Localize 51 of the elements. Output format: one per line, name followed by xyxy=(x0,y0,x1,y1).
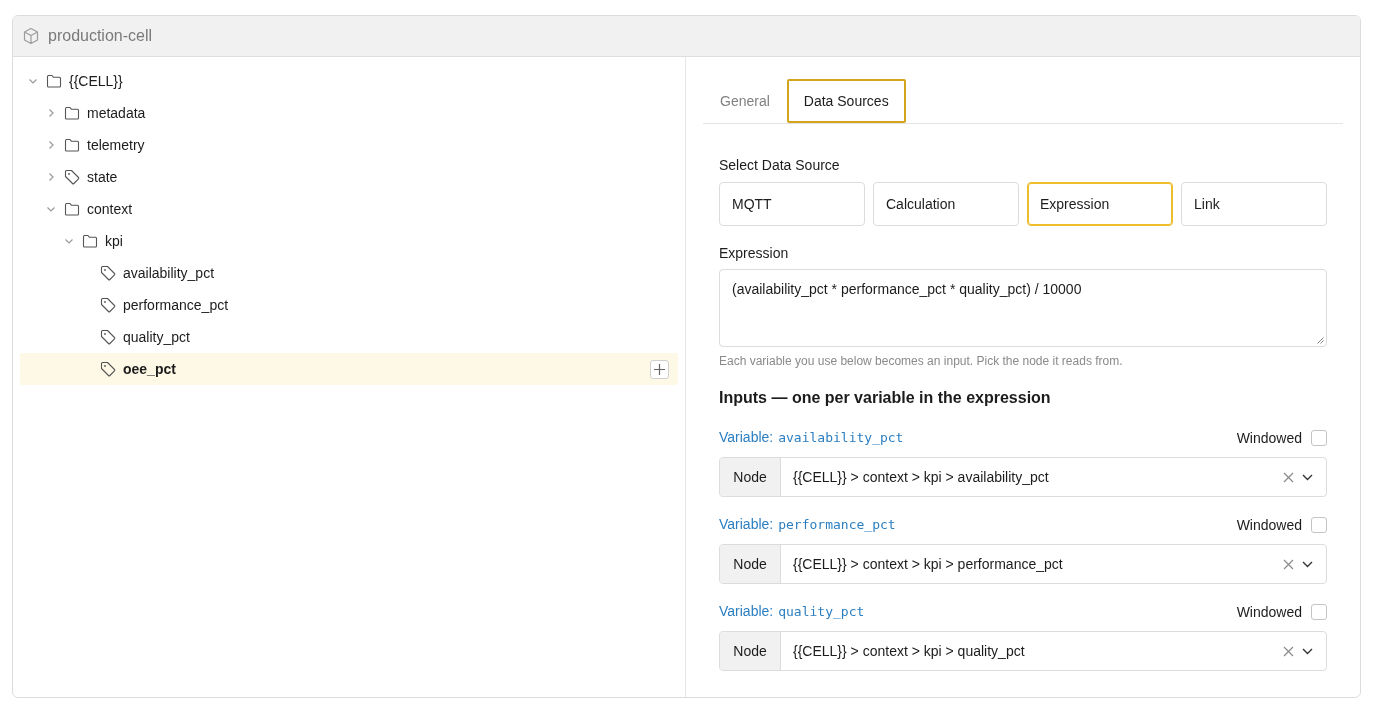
variable-label: Variable: xyxy=(719,602,774,621)
variable-name: performance_pct xyxy=(778,516,896,534)
tag-icon xyxy=(100,329,116,345)
inputs-heading: Inputs — one per variable in the expression xyxy=(719,388,1052,408)
tree-item[interactable]: performance_pct xyxy=(20,289,678,321)
tree-item[interactable]: availability_pct xyxy=(20,257,678,289)
windowed-checkbox[interactable] xyxy=(1311,429,1327,446)
data-source-option[interactable]: MQTT xyxy=(719,182,865,226)
plus-icon xyxy=(654,363,665,375)
window-title: production-cell xyxy=(48,27,153,45)
add-button[interactable] xyxy=(650,359,669,379)
data-source-option[interactable]: Calculation xyxy=(873,182,1019,226)
windowed-checkbox[interactable] xyxy=(1311,603,1327,620)
data-source-option[interactable]: Expression xyxy=(1027,182,1173,226)
windowed-label: Windowed xyxy=(1236,515,1302,535)
expression-field[interactable]: (availability_pct * performance_pct * quality_pct) / 10000 xyxy=(719,269,1327,347)
tree-item[interactable]: kpi xyxy=(20,225,678,257)
tag-icon xyxy=(100,265,116,281)
windowed-label: Windowed xyxy=(1236,602,1302,622)
chevron-right-icon[interactable] xyxy=(46,172,56,182)
tag-icon xyxy=(100,361,116,377)
variable-label: Variable: xyxy=(719,428,774,447)
tab[interactable]: General xyxy=(703,79,787,123)
folder-icon xyxy=(46,73,62,89)
resize-grip-icon[interactable] xyxy=(1316,336,1324,344)
tree-item[interactable]: state xyxy=(20,161,678,193)
tree-item[interactable]: metadata xyxy=(20,97,678,129)
chevron-right-icon[interactable] xyxy=(46,108,56,118)
folder-icon xyxy=(64,201,80,217)
tag-icon xyxy=(64,169,80,185)
tree-item[interactable]: oee_pct xyxy=(20,353,678,385)
expression-hint: Each variable you use below becomes an input. Pick the node it reads from. xyxy=(719,353,1124,369)
tree-item[interactable]: context xyxy=(20,193,678,225)
tree-item[interactable]: quality_pct xyxy=(20,321,678,353)
expression-label: Expression xyxy=(719,244,790,263)
tree-item[interactable]: telemetry xyxy=(20,129,678,161)
folder-icon xyxy=(82,233,98,249)
tree-item[interactable]: {{CELL}} xyxy=(20,65,678,97)
windowed-checkbox[interactable] xyxy=(1311,516,1327,533)
folder-icon xyxy=(64,137,80,153)
variable-label: Variable: xyxy=(719,515,774,534)
variable-name: quality_pct xyxy=(778,603,865,621)
variable-name: availability_pct xyxy=(778,429,904,447)
data-source-option[interactable]: Link xyxy=(1181,182,1327,226)
tag-icon xyxy=(100,297,116,313)
folder-icon xyxy=(64,105,80,121)
data-source-label: Select Data Source xyxy=(719,156,841,175)
tab[interactable]: Data Sources xyxy=(786,79,906,123)
cube-icon xyxy=(22,27,40,45)
chevron-right-icon[interactable] xyxy=(46,140,56,150)
windowed-label: Windowed xyxy=(1236,428,1302,448)
